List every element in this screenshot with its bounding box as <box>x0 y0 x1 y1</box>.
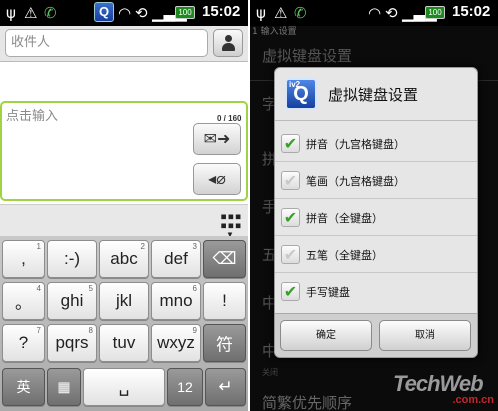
key-emoticon[interactable]: :-) <box>47 240 97 278</box>
clock: 15:02 <box>202 3 241 20</box>
warning-icon: ⚠ <box>274 4 288 22</box>
key-mno[interactable]: 6 mno <box>151 282 201 320</box>
sync-icon: ⟲ <box>135 4 148 22</box>
key-wxyz[interactable]: 9 wxyz <box>151 324 201 362</box>
settings-screen: ψ ⚠ ✆ ◠ ⟲ ▁▃▅ 100 15:02 1 输入设置 虚拟键盘设置 字 … <box>250 0 498 411</box>
person-icon <box>222 35 235 51</box>
cancel-button[interactable]: 取消 <box>379 320 471 351</box>
battery-icon: 100 <box>175 6 195 19</box>
warning-icon: ⚠ <box>24 4 38 22</box>
compose-placeholder: 点击输入 <box>6 109 59 124</box>
grid-icon: ▦ <box>57 378 71 395</box>
messaging-screen: ψ ⚠ ✆ Q ◠ ⟲ ▁▃▅ 100 15:02 收件人 点击输入 0 / 1… <box>0 0 248 411</box>
character-counter: 0 / 160 <box>217 114 242 123</box>
checkbox-checked-icon[interactable]: ✔ <box>281 208 300 227</box>
dialog-title: 虚拟键盘设置 <box>328 86 419 104</box>
dialog-button-bar: 确定 取消 <box>275 313 477 357</box>
battery-icon: 100 <box>425 6 445 19</box>
key-question[interactable]: 7? <box>2 324 45 362</box>
key-layout[interactable]: ▦ <box>47 368 81 406</box>
status-bar: ψ ⚠ ✆ ◠ ⟲ ▁▃▅ 100 15:02 <box>250 0 498 26</box>
recipient-bar: 收件人 <box>0 26 248 62</box>
key-backspace[interactable]: ⌫ <box>203 240 246 278</box>
key-pqrs[interactable]: 8 pqrs <box>47 324 97 362</box>
bg-item-traditional-order[interactable]: 简繁优先顺序 <box>262 392 352 411</box>
key-def[interactable]: 3 def <box>151 240 201 278</box>
sync-icon: ⟲ <box>385 4 398 22</box>
usb-icon: ψ <box>256 4 266 22</box>
key-space[interactable]: ␣ <box>83 368 165 406</box>
clock: 15:02 <box>452 3 491 20</box>
message-compose-field[interactable]: 点击输入 0 / 160 ✉➜ ◂⌀ <box>0 101 248 201</box>
paperclip-icon: ◂⌀ <box>208 169 226 188</box>
option-wubi-full[interactable]: ✔ 五笔（全键盘） <box>275 236 477 273</box>
hide-keyboard-icon[interactable]: ▪▪▪ ▪▪▪ ▾ <box>220 210 242 240</box>
recipient-input[interactable]: 收件人 <box>5 29 208 57</box>
checkbox-checked-icon[interactable]: ✔ <box>281 134 300 153</box>
techweb-watermark: TechWeb .com.cn <box>393 371 494 406</box>
status-bar: ψ ⚠ ✆ Q ◠ ⟲ ▁▃▅ 100 15:02 <box>0 0 248 26</box>
bg-sub: 关闭 <box>262 368 278 377</box>
key-period[interactable]: 4。 <box>2 282 45 320</box>
backspace-icon: ⌫ <box>212 249 237 268</box>
option-handwriting[interactable]: ✔ 手写键盘 <box>275 273 477 310</box>
settings-header: 1 输入设置 <box>252 27 297 37</box>
option-pinyin-9key[interactable]: ✔ 拼音（九宫格键盘） <box>275 125 477 162</box>
phone-icon: ✆ <box>44 4 57 22</box>
option-pinyin-full[interactable]: ✔ 拼音（全键盘） <box>275 199 477 236</box>
phone-icon: ✆ <box>294 4 307 22</box>
send-icon: ✉➜ <box>203 129 231 148</box>
virtual-keyboard-dialog: iv2 Q 虚拟键盘设置 ✔ 拼音（九宫格键盘） ✔ 笔画（九宫格键盘） ✔ 拼音… <box>274 67 478 358</box>
key-abc[interactable]: 2 abc <box>99 240 149 278</box>
bg-item-virtual-keyboard[interactable]: 虚拟键盘设置 <box>262 45 352 66</box>
keyboard-top-bar: ▪▪▪ ▪▪▪ ▾ <box>0 204 248 240</box>
key-numbers[interactable]: 12 <box>167 368 203 406</box>
key-enter[interactable]: ↵ <box>205 368 246 406</box>
input-method-icon: Q <box>94 2 114 22</box>
key-jkl[interactable]: jkl <box>99 282 149 320</box>
ok-button[interactable]: 确定 <box>280 320 372 351</box>
wifi-icon: ◠ <box>118 4 132 22</box>
usb-icon: ψ <box>6 4 16 22</box>
contacts-button[interactable] <box>213 29 243 57</box>
input-method-icon: iv2 Q <box>285 78 317 110</box>
option-stroke-9key[interactable]: ✔ 笔画（九宫格键盘） <box>275 162 477 199</box>
key-exclamation[interactable]: ! <box>203 282 246 320</box>
checkbox-checked-icon[interactable]: ✔ <box>281 282 300 301</box>
key-symbols[interactable]: 符 <box>203 324 246 362</box>
key-tuv[interactable]: tuv <box>99 324 149 362</box>
dialog-title-bar: iv2 Q 虚拟键盘设置 <box>275 68 477 121</box>
send-button[interactable]: ✉➜ <box>193 123 241 155</box>
key-comma[interactable]: 1, <box>2 240 45 278</box>
checkbox-unchecked-icon[interactable]: ✔ <box>281 245 300 264</box>
checkbox-unchecked-icon[interactable]: ✔ <box>281 171 300 190</box>
key-language[interactable]: 英 <box>2 368 45 406</box>
virtual-keyboard: 1, :-) 2 abc 3 def ⌫ 4。 5 ghi jkl 6 mno ! 7?… <box>0 236 248 411</box>
wifi-icon: ◠ <box>368 4 382 22</box>
space-icon: ␣ <box>118 377 130 396</box>
key-ghi[interactable]: 5 ghi <box>47 282 97 320</box>
attach-button[interactable]: ◂⌀ <box>193 163 241 195</box>
enter-icon: ↵ <box>218 377 233 396</box>
